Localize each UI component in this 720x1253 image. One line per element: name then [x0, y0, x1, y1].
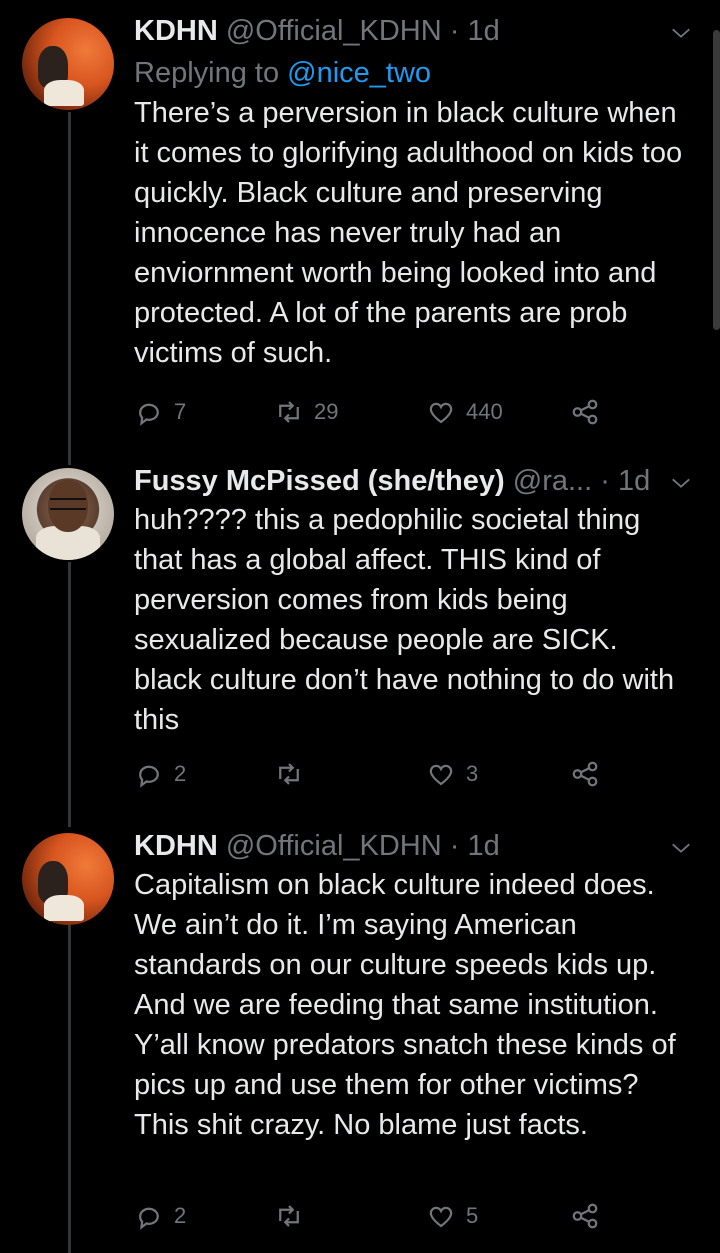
like-button[interactable]: 440	[426, 397, 503, 427]
like-count: 5	[466, 1203, 479, 1228]
reply-icon	[139, 1207, 159, 1230]
share-icon	[572, 1203, 598, 1229]
reply-icon	[139, 765, 159, 788]
heart-icon	[429, 402, 453, 424]
user-handle[interactable]: @Official_KDHN	[226, 15, 442, 47]
tweet[interactable]: KDHN @Official_KDHN · 1d Capitalism on b…	[0, 815, 720, 1253]
heart-icon	[429, 1206, 453, 1228]
share-icon	[572, 761, 598, 787]
like-button[interactable]: 3	[426, 759, 478, 789]
display-name[interactable]: KDHN	[134, 15, 218, 47]
display-name[interactable]: KDHN	[134, 830, 218, 862]
user-handle[interactable]: @ra...	[513, 465, 592, 497]
reply-button[interactable]: 2	[134, 759, 186, 789]
timestamp[interactable]: 1d	[467, 830, 499, 862]
avatar[interactable]	[22, 833, 114, 925]
avatar[interactable]	[22, 468, 114, 560]
share-button[interactable]	[570, 759, 600, 789]
replying-to: Replying to @nice_two	[134, 53, 690, 93]
tweet-text: Capitalism on black culture indeed does.…	[134, 869, 676, 1141]
tweet[interactable]: KDHN @Official_KDHN · 1d Replying to @ni…	[0, 0, 720, 450]
like-count: 3	[466, 761, 479, 786]
tweet-header: KDHN @Official_KDHN · 1d	[134, 827, 690, 865]
timestamp[interactable]: 1d	[467, 15, 499, 47]
tweet-text: huh???? this a pedophilic societal thing…	[134, 504, 675, 736]
tweet-actions: 2 5	[134, 1201, 614, 1231]
retweet-button[interactable]	[274, 759, 314, 789]
separator-dot: ·	[449, 15, 460, 47]
display-name[interactable]: Fussy McPissed (she/they)	[134, 465, 505, 497]
share-icon	[572, 399, 598, 425]
retweet-count: 29	[314, 399, 339, 424]
user-handle[interactable]: @Official_KDHN	[226, 830, 442, 862]
timestamp[interactable]: 1d	[618, 465, 650, 497]
separator-dot: ·	[600, 465, 610, 497]
reply-button[interactable]: 7	[134, 397, 186, 427]
retweet-icon	[279, 1205, 299, 1227]
retweet-icon	[279, 763, 299, 785]
reply-count: 7	[174, 399, 187, 424]
like-button[interactable]: 5	[426, 1201, 478, 1231]
share-button[interactable]	[570, 397, 600, 427]
replying-to-label: Replying to	[134, 57, 288, 89]
avatar[interactable]	[22, 18, 114, 110]
reply-count: 2	[174, 1203, 187, 1228]
tweet[interactable]: Fussy McPissed (she/they) @ra... · 1d hu…	[0, 450, 720, 815]
tweet-actions: 7 29 440	[134, 397, 614, 427]
retweet-button[interactable]: 29	[274, 397, 338, 427]
tweet-actions: 2 3	[134, 759, 614, 789]
chevron-down-icon[interactable]	[670, 472, 692, 494]
tweet-header: KDHN @Official_KDHN · 1d	[134, 12, 690, 50]
mention-link[interactable]: @nice_two	[287, 57, 431, 89]
reply-icon	[139, 403, 159, 426]
reply-button[interactable]: 2	[134, 1201, 186, 1231]
separator-dot: ·	[449, 830, 460, 862]
chevron-down-icon[interactable]	[670, 837, 692, 859]
reply-count: 2	[174, 761, 187, 786]
heart-icon	[429, 764, 453, 786]
chevron-down-icon[interactable]	[670, 22, 692, 44]
tweet-text: There’s a perversion in black culture wh…	[134, 97, 683, 369]
retweet-button[interactable]	[274, 1201, 314, 1231]
like-count: 440	[466, 399, 503, 424]
share-button[interactable]	[570, 1201, 600, 1231]
tweet-header: Fussy McPissed (she/they) @ra... · 1d	[134, 462, 690, 500]
retweet-icon	[279, 401, 299, 423]
